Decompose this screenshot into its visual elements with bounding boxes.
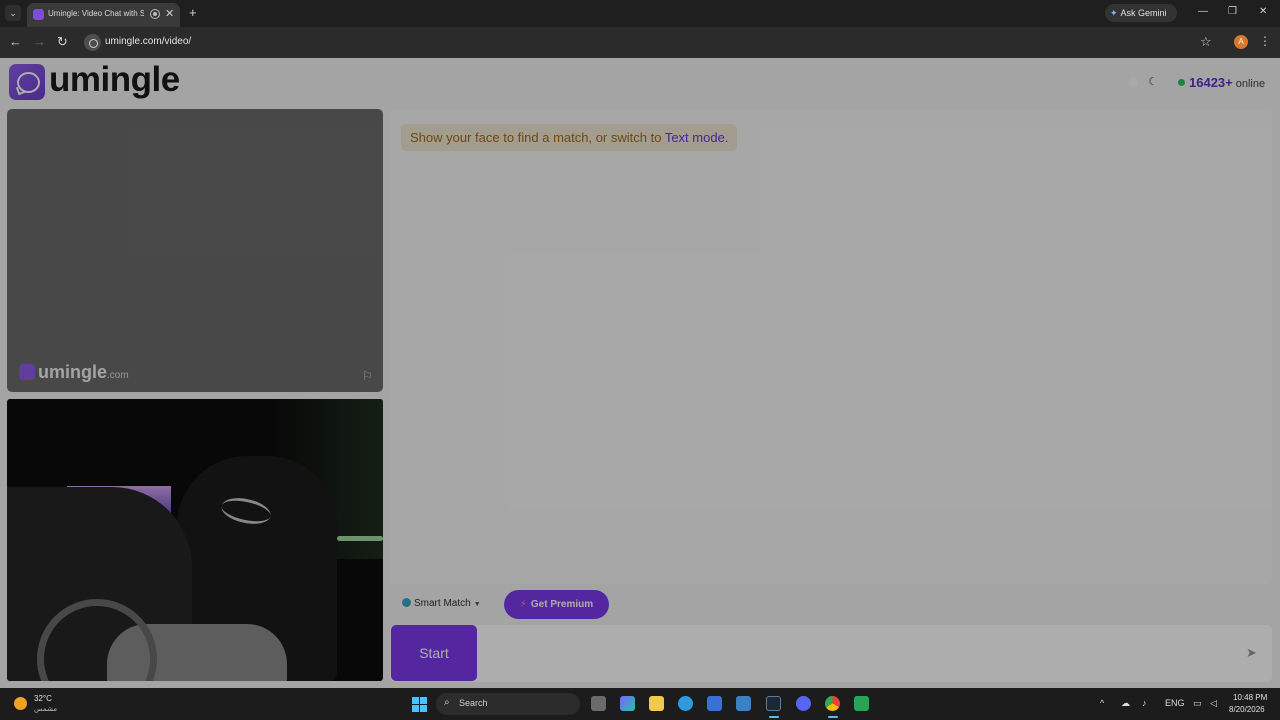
moon-icon: ☾ bbox=[1148, 76, 1158, 88]
online-counter: 16423+ online bbox=[1178, 74, 1265, 92]
discord-icon[interactable] bbox=[796, 696, 811, 711]
gemini-sparkle-icon: ✦ bbox=[1110, 8, 1118, 18]
online-label: online bbox=[1235, 78, 1266, 90]
tray-overflow-icon[interactable]: ^ bbox=[1100, 698, 1104, 708]
browser-tab-bar: ⌄ Umingle: Video Chat with S ✕ + ✦ Ask Ge… bbox=[0, 0, 1280, 27]
smart-match-icon bbox=[402, 598, 411, 607]
active-app-indicator bbox=[769, 716, 779, 718]
get-premium-button[interactable]: ⚡ Get Premium bbox=[504, 590, 609, 619]
store-icon[interactable] bbox=[707, 696, 722, 711]
search-icon: ⌕ bbox=[444, 697, 450, 708]
smart-match-dropdown[interactable]: Smart Match ▼ bbox=[402, 598, 481, 609]
chrome-icon[interactable] bbox=[825, 696, 840, 711]
ask-gemini-label: Ask Gemini bbox=[1120, 8, 1167, 18]
message-input[interactable] bbox=[390, 625, 1272, 682]
remote-video-panel: umingle.com ⚐ bbox=[7, 109, 383, 392]
task-view-icon[interactable] bbox=[591, 696, 606, 711]
online-count: 16423+ bbox=[1189, 75, 1233, 90]
minimize-button[interactable]: — bbox=[1198, 6, 1208, 17]
clock-time[interactable]: 10:48 PM bbox=[1233, 693, 1267, 702]
site-info-icon[interactable] bbox=[84, 34, 101, 51]
ask-gemini-button[interactable]: ✦ Ask Gemini bbox=[1105, 4, 1177, 22]
umingle-page: umingle ☾ 16423+ online umingle.com ⚐ Sho… bbox=[0, 58, 1280, 688]
display-icon[interactable]: ▭ bbox=[1193, 698, 1202, 709]
mail-icon[interactable] bbox=[736, 696, 751, 711]
text-mode-link[interactable]: Text mode. bbox=[665, 130, 729, 145]
browser-menu-icon[interactable]: ⋮ bbox=[1259, 34, 1271, 48]
browser-address-bar: ← → ↻ umingle.com/video/ bbox=[0, 27, 1280, 58]
url-text: umingle.com/video/ bbox=[105, 36, 192, 47]
steam-icon[interactable] bbox=[766, 696, 781, 711]
microphone-icon[interactable]: ♪ bbox=[1142, 698, 1147, 708]
smart-match-label: Smart Match bbox=[414, 598, 471, 609]
tab-title: Umingle: Video Chat with S bbox=[48, 9, 144, 18]
app-icon[interactable] bbox=[854, 696, 869, 711]
start-button[interactable]: Start bbox=[391, 625, 477, 681]
send-icon[interactable]: ➤ bbox=[1246, 645, 1257, 661]
profile-avatar[interactable]: A bbox=[1234, 35, 1248, 49]
edge-browser-icon[interactable] bbox=[678, 696, 693, 711]
reload-button[interactable]: ↻ bbox=[57, 34, 68, 50]
back-button[interactable]: ← bbox=[9, 34, 22, 49]
weather-description: مشمس bbox=[34, 706, 57, 713]
copilot-icon[interactable] bbox=[620, 696, 635, 711]
watermark-suffix: .com bbox=[107, 370, 129, 381]
new-tab-button[interactable]: + bbox=[189, 5, 197, 20]
report-flag-icon[interactable]: ⚐ bbox=[362, 369, 373, 383]
volume-icon[interactable]: ◁ bbox=[1210, 698, 1217, 709]
tab-close-button[interactable]: ✕ bbox=[165, 7, 174, 20]
show-face-notice: Show your face to find a match, or switc… bbox=[401, 124, 738, 151]
recording-indicator-icon bbox=[150, 9, 160, 19]
file-explorer-icon[interactable] bbox=[649, 696, 664, 711]
chevron-down-icon: ▼ bbox=[473, 601, 481, 608]
notice-text: Show your face to find a match, or switc… bbox=[410, 130, 665, 145]
tab-list-button[interactable]: ⌄ bbox=[5, 5, 21, 21]
url-field[interactable]: umingle.com/video/ bbox=[81, 31, 1221, 54]
tab-umingle[interactable]: Umingle: Video Chat with S ✕ bbox=[27, 3, 180, 27]
window-close-button[interactable]: ✕ bbox=[1259, 6, 1267, 17]
watermark-name: umingle bbox=[38, 362, 108, 382]
weather-temperature: 32°C bbox=[34, 694, 52, 703]
light-mode-icon bbox=[1128, 78, 1138, 88]
bookmark-star-icon[interactable]: ☆ bbox=[1200, 34, 1212, 50]
taskbar-search-label: Search bbox=[459, 698, 488, 708]
umingle-watermark: umingle.com bbox=[19, 362, 129, 383]
active-app-indicator bbox=[828, 716, 838, 718]
chat-panel: Show your face to find a match, or switc… bbox=[390, 109, 1272, 584]
camera-feed-light bbox=[337, 536, 383, 541]
umingle-logo-icon[interactable] bbox=[9, 64, 45, 100]
online-status-dot bbox=[1178, 79, 1185, 86]
self-video-panel bbox=[7, 399, 383, 681]
get-premium-label: Get Premium bbox=[530, 599, 594, 610]
sun-weather-icon[interactable] bbox=[14, 697, 27, 710]
theme-toggle[interactable]: ☾ bbox=[1128, 75, 1164, 91]
language-indicator[interactable]: ENG bbox=[1165, 698, 1185, 708]
windows-taskbar: 32°C مشمس ⌕ Search ^ ☁ ♪ ENG ▭ ◁ 10:48 P… bbox=[0, 688, 1280, 720]
site-logo-text[interactable]: umingle bbox=[49, 60, 180, 100]
clock-date[interactable]: 8/20/2026 bbox=[1229, 705, 1265, 714]
restore-button[interactable]: ❐ bbox=[1228, 6, 1237, 17]
umingle-favicon-icon bbox=[33, 9, 44, 20]
forward-button[interactable]: → bbox=[33, 34, 46, 49]
bolt-icon: ⚡ bbox=[519, 599, 527, 610]
watermark-logo-icon bbox=[19, 364, 35, 380]
taskbar-search[interactable]: ⌕ Search bbox=[436, 693, 580, 715]
windows-start-icon[interactable] bbox=[412, 697, 427, 712]
network-icon[interactable]: ☁ bbox=[1121, 698, 1130, 709]
